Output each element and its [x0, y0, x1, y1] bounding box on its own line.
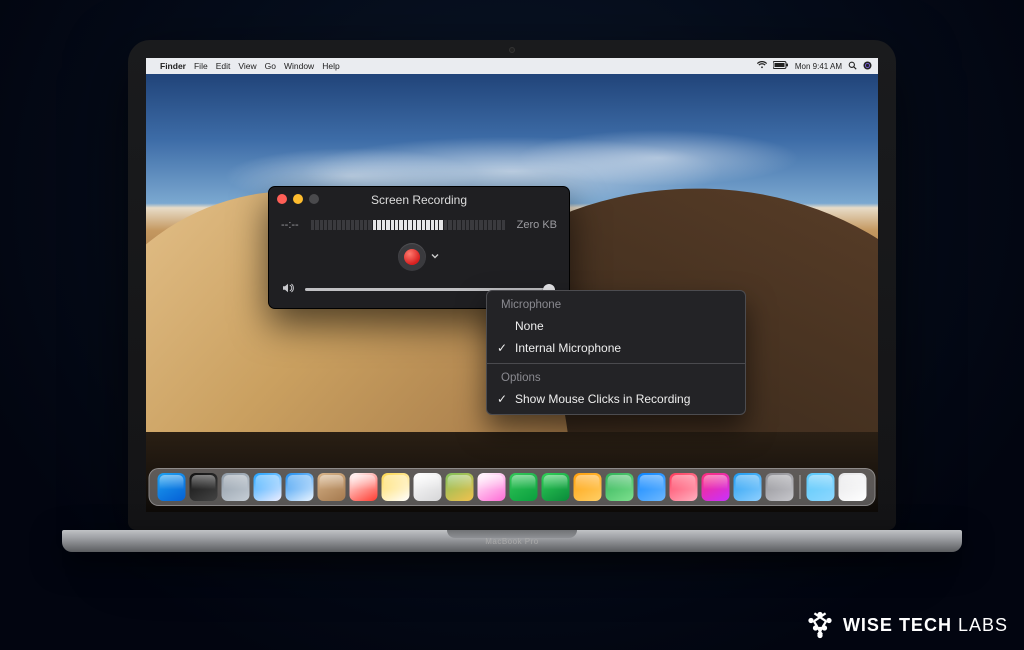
menubar-item-window[interactable]: Window — [284, 61, 314, 71]
laptop-frame: Finder File Edit View Go Window Help Mon… — [128, 40, 896, 552]
record-button[interactable] — [398, 243, 426, 271]
audio-level-meter — [311, 220, 505, 230]
battery-icon[interactable] — [773, 61, 789, 71]
window-title: Screen Recording — [371, 193, 467, 207]
menubar-item-go[interactable]: Go — [265, 61, 276, 71]
window-titlebar[interactable]: Screen Recording — [269, 187, 569, 213]
dock-icon-calendar[interactable] — [350, 473, 378, 501]
check-icon: ✓ — [497, 341, 507, 355]
screen-bezel: Finder File Edit View Go Window Help Mon… — [128, 40, 896, 530]
laptop-brand-label: MacBook Pro — [62, 537, 962, 546]
watermark-logo-icon — [805, 610, 835, 640]
dock-icon-reminders[interactable] — [414, 473, 442, 501]
record-options-dropdown-button[interactable] — [430, 250, 440, 264]
menu-section-options: Options — [487, 368, 745, 388]
wifi-icon[interactable] — [757, 61, 767, 71]
laptop-hinge: MacBook Pro — [62, 530, 962, 552]
dock-separator — [800, 475, 801, 499]
dock-icon-launchpad[interactable] — [222, 473, 250, 501]
dock-icon-photos[interactable] — [478, 473, 506, 501]
menubar-status-area: Mon 9:41 AM — [757, 61, 872, 72]
check-icon: ✓ — [497, 392, 507, 406]
dock-icon-messages[interactable] — [510, 473, 538, 501]
menubar-item-edit[interactable]: Edit — [216, 61, 231, 71]
traffic-lights — [277, 194, 319, 204]
dock-icon-maps[interactable] — [446, 473, 474, 501]
record-options-menu: Microphone None ✓ Internal Microphone Op… — [486, 290, 746, 415]
zoom-button[interactable] — [309, 194, 319, 204]
dock-icon-notes[interactable] — [382, 473, 410, 501]
watermark: WISE TECH LABS — [805, 610, 1008, 640]
watermark-text-bold: WISE TECH — [843, 615, 952, 635]
dock-icon-safari[interactable] — [254, 473, 282, 501]
menubar: Finder File Edit View Go Window Help Mon… — [146, 58, 878, 74]
dock-icon-keynote[interactable] — [638, 473, 666, 501]
elapsed-time: --:-- — [281, 219, 299, 231]
dock-icon-itunes[interactable] — [702, 473, 730, 501]
minimize-button[interactable] — [293, 194, 303, 204]
camera-dot — [509, 47, 515, 53]
siri-icon[interactable] — [863, 61, 872, 72]
dock-icon-siri[interactable] — [190, 473, 218, 501]
menubar-app-name[interactable]: Finder — [160, 61, 186, 71]
record-icon — [404, 249, 420, 265]
dock-icon-news[interactable] — [670, 473, 698, 501]
menu-item-mic-internal[interactable]: ✓ Internal Microphone — [487, 337, 745, 359]
menu-section-microphone: Microphone — [487, 295, 745, 315]
dock-icon-preferences[interactable] — [766, 473, 794, 501]
spotlight-icon[interactable] — [848, 61, 857, 72]
dock-icon-mail[interactable] — [286, 473, 314, 501]
menubar-item-file[interactable]: File — [194, 61, 208, 71]
dock-icon-trash[interactable] — [839, 473, 867, 501]
menu-separator — [487, 363, 745, 364]
menu-item-show-mouse-clicks[interactable]: ✓ Show Mouse Clicks in Recording — [487, 388, 745, 410]
dock-icon-finder[interactable] — [158, 473, 186, 501]
volume-icon — [283, 283, 295, 296]
dock-icon-numbers[interactable] — [606, 473, 634, 501]
close-button[interactable] — [277, 194, 287, 204]
dock-icon-pages[interactable] — [574, 473, 602, 501]
screen: Finder File Edit View Go Window Help Mon… — [146, 58, 878, 512]
menubar-clock[interactable]: Mon 9:41 AM — [795, 62, 842, 71]
dock-icon-facetime[interactable] — [542, 473, 570, 501]
menu-item-mic-none[interactable]: None — [487, 315, 745, 337]
menubar-item-view[interactable]: View — [238, 61, 256, 71]
dock-icon-folder[interactable] — [807, 473, 835, 501]
dock — [149, 468, 876, 506]
watermark-text-thin: LABS — [958, 615, 1008, 635]
menubar-item-help[interactable]: Help — [322, 61, 339, 71]
dock-icon-appstore[interactable] — [734, 473, 762, 501]
file-size: Zero KB — [517, 219, 557, 231]
dock-icon-contacts[interactable] — [318, 473, 346, 501]
